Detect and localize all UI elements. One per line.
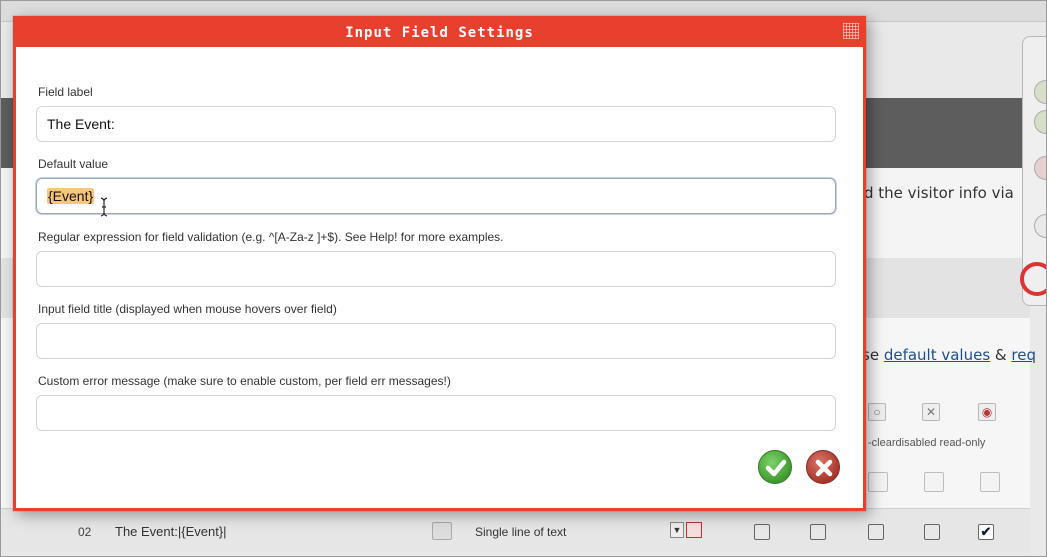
background-visitor-text: d the visitor info via	[864, 184, 1014, 202]
row-checkbox-checked[interactable]: ✔	[978, 524, 994, 540]
chevron-down-icon[interactable]: ▼	[670, 522, 684, 538]
background-defaults-text: se default values & req	[862, 346, 1036, 364]
row-number: 02	[78, 525, 92, 539]
background-red-ring-icon	[1020, 262, 1047, 296]
default-value-text: {Event}	[47, 186, 95, 206]
input-field-settings-dialog: Input Field Settings Field label Default…	[13, 16, 866, 511]
close-icon	[815, 459, 833, 477]
default-value-label: Default value	[38, 157, 109, 171]
resize-grip-icon[interactable]	[843, 23, 859, 39]
required-link[interactable]: req	[1011, 346, 1036, 364]
default-value-selection: {Event}	[47, 188, 95, 204]
row-checkbox[interactable]	[754, 524, 770, 540]
dialog-title: Input Field Settings	[345, 25, 534, 41]
row-checkbox[interactable]	[868, 524, 884, 540]
error-message-label: Custom error message (make sure to enabl…	[38, 374, 451, 388]
regex-label: Regular expression for field validation …	[38, 230, 504, 244]
background-circle-icon[interactable]: ○	[868, 403, 886, 421]
field-label-label: Field label	[38, 85, 93, 99]
background-defaults-amp: &	[990, 346, 1012, 364]
background-eye-icon[interactable]: ◉	[978, 403, 996, 421]
row-field-type: Single line of text	[475, 525, 567, 539]
default-values-link[interactable]: default values	[884, 346, 990, 364]
field-title-label: Input field title (displayed when mouse …	[38, 302, 337, 316]
cancel-button[interactable]	[806, 450, 840, 484]
default-value-input[interactable]	[36, 178, 836, 214]
ok-button[interactable]	[758, 450, 792, 484]
field-title-input[interactable]	[36, 323, 836, 359]
background-header-checkbox[interactable]	[868, 472, 888, 492]
background-column-labels: -cleardisabled read-only	[868, 437, 986, 449]
field-type-icon[interactable]	[432, 522, 452, 540]
dialog-header[interactable]: Input Field Settings	[16, 19, 863, 47]
field-label-input[interactable]	[36, 106, 836, 142]
error-message-input[interactable]	[36, 395, 836, 431]
row-checkbox[interactable]	[924, 524, 940, 540]
row-checkbox[interactable]	[810, 524, 826, 540]
table-row: 02 The Event:|{Event}| Single line of te…	[0, 508, 1030, 553]
field-style-icon[interactable]	[686, 522, 702, 538]
checkmark-icon	[765, 459, 787, 477]
background-header-checkbox[interactable]	[924, 472, 944, 492]
text-cursor-icon	[100, 197, 108, 217]
regex-input[interactable]	[36, 251, 836, 287]
row-label: The Event:|{Event}|	[115, 524, 227, 539]
background-disabled-icon[interactable]: ✕	[922, 403, 940, 421]
background-header-checkbox[interactable]	[980, 472, 1000, 492]
